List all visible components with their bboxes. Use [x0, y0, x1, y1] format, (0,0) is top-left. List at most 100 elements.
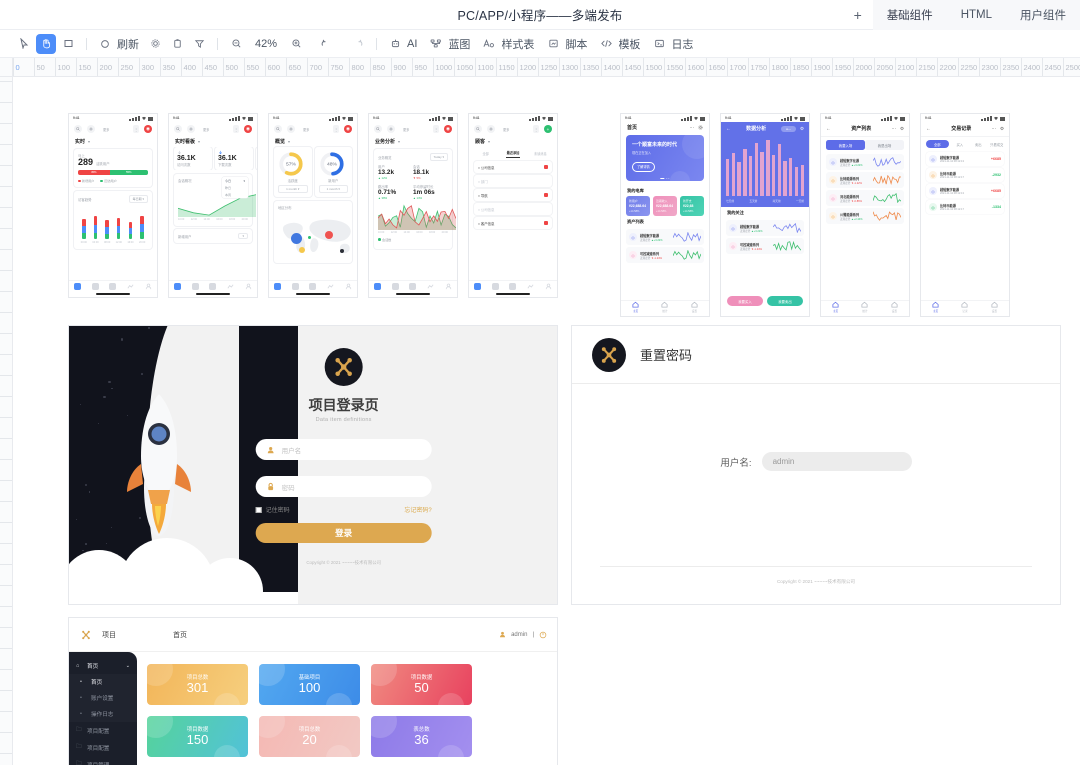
- blueprint-icon[interactable]: [426, 34, 446, 54]
- nav-item[interactable]: 主页: [632, 301, 639, 313]
- primary-action-icon[interactable]: ◉: [344, 125, 352, 133]
- stat-card[interactable]: 项目数据 150: [147, 716, 248, 757]
- phone-assets-purple[interactable]: 9:41 ← 资产列表 ⋯ ⚙ 我要入场 我是出场 ◎ 超短数字化源 近期走势 ▲+3.22% ◎ 比…: [820, 113, 910, 317]
- arrow-left-icon[interactable]: ←: [726, 126, 731, 132]
- more-icon[interactable]: ⋯: [891, 126, 896, 132]
- cursor-tool[interactable]: [14, 34, 34, 54]
- app-toolbar[interactable]: 更多 ⋮ +: [469, 122, 557, 135]
- asset-row[interactable]: ◎ 比特能源系列 近期走势 ▼-1.22%: [826, 172, 904, 188]
- bottom-nav[interactable]: 主页 记录 设置: [921, 300, 1009, 312]
- username-field[interactable]: 用户名: [256, 439, 432, 460]
- zoom-out-icon[interactable]: [226, 34, 246, 54]
- nav-item[interactable]: 设置: [891, 301, 898, 313]
- login-form[interactable]: 项目登录页 Data item definitions 用户名 密码 记住密码 忘记密码?…: [226, 326, 462, 566]
- nav-item[interactable]: [327, 283, 334, 290]
- sidebar-item-项目管理[interactable]: 🗀项目管理: [69, 756, 137, 765]
- nav-item[interactable]: [309, 283, 316, 290]
- login-page-artboard[interactable]: 项目登录页 Data item definitions 用户名 密码 记住密码 忘记密码?…: [68, 325, 558, 605]
- gear-icon[interactable]: [387, 125, 395, 133]
- frame-tool[interactable]: [58, 34, 78, 54]
- stat-card[interactable]: 项目总数 20: [259, 716, 360, 757]
- undo-button[interactable]: [316, 34, 336, 54]
- period-selector[interactable]: 1 month ▾: [278, 185, 308, 193]
- tab-bar[interactable]: 我要入场 我是出场: [821, 137, 909, 152]
- nav-item[interactable]: 统计: [661, 301, 668, 313]
- sidebar-item-首页[interactable]: • 首页: [69, 674, 137, 690]
- hand-tool[interactable]: [36, 34, 56, 54]
- tab[interactable]: 最近添加: [501, 150, 524, 157]
- bottom-nav[interactable]: 主页 统计 设置: [821, 300, 909, 312]
- more-label[interactable]: 更多: [403, 125, 409, 133]
- phone-home-purple[interactable]: 9:41 首页 ⋯ 一个顺富未来的时代 现在正在加入 了解详情 我的电库 新用户 ¥22,688…: [620, 113, 710, 317]
- design-canvas[interactable]: 9:41 更多 ⋮ ◉ 实时 ▾ 马上 289 活跃用户 45% 55% 新增用户 回访用户 访客趋势 每日…: [13, 77, 1080, 765]
- nav-item[interactable]: [509, 283, 516, 290]
- nav-item[interactable]: [192, 283, 199, 290]
- refresh-button[interactable]: [95, 34, 115, 54]
- search-icon[interactable]: [474, 125, 482, 133]
- list-item[interactable]: ⌗ 导航: [474, 189, 552, 201]
- more-icon[interactable]: ⋮: [133, 125, 139, 133]
- tab[interactable]: 买入: [953, 142, 968, 147]
- stat-card[interactable]: 项目总数 301: [147, 664, 248, 705]
- blueprint-label[interactable]: 蓝图: [448, 36, 470, 52]
- phone-overview[interactable]: 9:41 更多 ⋮ ◉ 概览 ▾ 57% 活跃度 1 month ▾ 48% 新用户 1 month …: [268, 113, 358, 298]
- more-icon[interactable]: ⋯: [690, 125, 695, 131]
- ai-label[interactable]: AI: [407, 38, 417, 50]
- nav-item[interactable]: [392, 283, 399, 290]
- horizontal-ruler[interactable]: 0-50050100150200250300350400450500550600…: [0, 58, 1080, 77]
- template-label[interactable]: 模板: [618, 36, 640, 52]
- remember-password-checkbox[interactable]: 记住密码: [256, 505, 290, 514]
- action-buttons[interactable]: 我要买入 我要卖出: [721, 292, 809, 310]
- font-icon[interactable]: [479, 34, 499, 54]
- more-label[interactable]: 更多: [203, 125, 209, 133]
- sidebar-item-操作日志[interactable]: • 操作日志: [69, 706, 137, 722]
- search-icon[interactable]: [74, 125, 82, 133]
- phone-dashboard[interactable]: 9:41更多⋮◉实时看板▾36.1K访问次数36.1K下载次数3转化会话概况今日…: [168, 113, 258, 298]
- chart-selector[interactable]: 每日期 ▾: [129, 195, 148, 203]
- funnel-icon[interactable]: [189, 34, 209, 54]
- app-toolbar[interactable]: 更多 ⋮ ◉: [169, 122, 257, 135]
- list-item[interactable]: ⌗ 公司信息: [474, 161, 552, 173]
- more-icon[interactable]: ⋮: [433, 125, 439, 133]
- vertical-ruler[interactable]: 0501001502002503003504004505005506006507…: [0, 77, 13, 765]
- password-field[interactable]: 密码: [256, 476, 432, 497]
- gear-icon[interactable]: [145, 34, 165, 54]
- script-icon[interactable]: [543, 34, 563, 54]
- nav-item[interactable]: [527, 283, 534, 290]
- primary-action-icon[interactable]: ◉: [244, 125, 252, 133]
- search-icon[interactable]: [274, 125, 282, 133]
- more-label[interactable]: 更多: [303, 125, 309, 133]
- nav-item[interactable]: [474, 283, 481, 290]
- asset-row[interactable]: ◎ 可控减速系列 近期走势 ▼-1.24%: [626, 247, 704, 263]
- zoom-level[interactable]: 42%: [248, 38, 284, 50]
- gear-icon[interactable]: [187, 125, 195, 133]
- nav-item[interactable]: [174, 283, 181, 290]
- gear-icon[interactable]: ⚙: [900, 126, 904, 132]
- nav-item[interactable]: [427, 283, 434, 290]
- chart-selector[interactable]: ▾: [238, 233, 248, 239]
- nav-item[interactable]: [445, 283, 452, 290]
- record-row[interactable]: ◎ 比特币能源 2021-11-12 08:12:17 -2932: [926, 168, 1004, 182]
- stat-card[interactable]: 项目数据 50: [371, 664, 472, 705]
- gear-icon[interactable]: [87, 125, 95, 133]
- login-submit-button[interactable]: 登录: [256, 523, 432, 543]
- list-item[interactable]: ⌗ 部门: [474, 175, 552, 187]
- tab-user-components[interactable]: 用户组件: [1006, 0, 1080, 30]
- toggle-switch[interactable]: ●—: [781, 126, 796, 132]
- tab-bar[interactable]: 全部 买入 卖出 只看成交: [921, 137, 1009, 150]
- phone-records-purple[interactable]: 9:41 ← 交易记录 ⋯ ⚙ 全部 买入 卖出 只看成交 ◎ 超短数字能源 2021-11-12 0…: [920, 113, 1010, 317]
- nav-item[interactable]: 主页: [832, 301, 839, 313]
- gear-icon[interactable]: [487, 125, 495, 133]
- plus-icon[interactable]: +: [843, 0, 873, 30]
- primary-action-icon[interactable]: ◉: [144, 125, 152, 133]
- nav-item[interactable]: [74, 283, 81, 290]
- dashboard-artboard[interactable]: 项目 首页 admin | ⌂ 首页 ⌄ • 首页 • 账户设置 • 操作日志 🗀 项目配置 🗀 项目配置 🗀 项目…: [68, 617, 558, 765]
- brand[interactable]: 项目: [79, 628, 151, 642]
- nav-item[interactable]: [227, 283, 234, 290]
- metric-card[interactable]: 近期收入 ¥22,688.64 +14.58%: [653, 196, 677, 216]
- phone-business[interactable]: 9:41 更多 ⋮ ◉ 业务分析 ▾ 业务概览 Today ▾ 用户 13.2k ▲ 12% 会话 18…: [368, 113, 458, 298]
- metric-card[interactable]: 新开支 ¥22,68 +14.58%: [680, 196, 704, 216]
- tab[interactable]: 全部: [926, 140, 949, 148]
- nav-item[interactable]: [409, 283, 416, 290]
- redo-button[interactable]: [348, 34, 368, 54]
